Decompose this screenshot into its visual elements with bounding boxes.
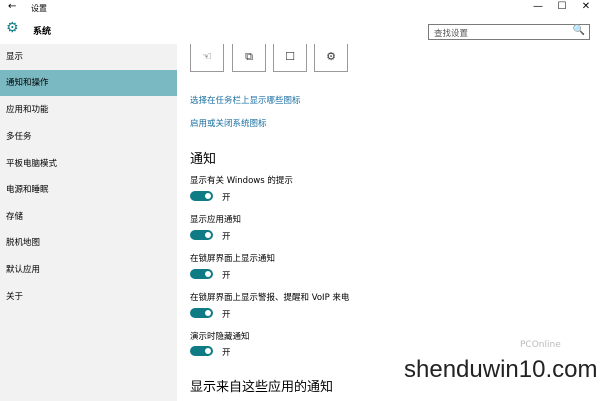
taskbar-icons-link[interactable]: 选择在任务栏上显示哪些图标 <box>190 94 301 106</box>
toggle-state: 开 <box>222 271 231 281</box>
quick-action-tablet-icon[interactable]: ☜ <box>190 44 224 72</box>
hide-when-presenting-toggle[interactable] <box>190 346 213 356</box>
quick-action-settings-icon[interactable]: ⚙ <box>314 44 348 72</box>
sidebar-item-storage[interactable]: 存储 <box>0 204 177 230</box>
gear-icon: ⚙ <box>6 20 19 36</box>
sidebar-item-power-sleep[interactable]: 电源和睡眠 <box>0 177 177 203</box>
setting-label: 在锁屏界面上显示警报、提醒和 VoIP 来电 <box>190 293 350 303</box>
apps-notifications-heading: 显示来自这些应用的通知 <box>190 380 334 395</box>
toggle-state: 开 <box>222 232 231 242</box>
lockscreen-notifications-toggle[interactable] <box>190 269 213 279</box>
sidebar-item-display[interactable]: 显示 <box>0 44 177 70</box>
toggle-state: 开 <box>222 193 231 203</box>
settings-header: ⚙ 系统 查找设置 🔍 <box>0 16 600 44</box>
sidebar: 显示 通知和操作 应用和功能 多任务 平板电脑模式 电源和睡眠 存储 脱机地图 … <box>0 44 177 401</box>
search-placeholder: 查找设置 <box>434 29 469 39</box>
setting-label: 演示时隐藏通知 <box>190 332 250 342</box>
quick-action-project-icon[interactable]: ⧉ <box>232 44 266 72</box>
toggle-state: 开 <box>222 310 231 320</box>
sidebar-item-notifications[interactable]: 通知和操作 <box>0 70 177 96</box>
setting-label: 在锁屏界面上显示通知 <box>190 254 276 264</box>
toggle-state: 开 <box>222 348 231 358</box>
minimize-button[interactable]: — <box>528 1 548 12</box>
page-title: 系统 <box>33 27 52 37</box>
maximize-button[interactable]: ☐ <box>552 1 572 12</box>
sidebar-item-offline-maps[interactable]: 脱机地图 <box>0 230 177 256</box>
sidebar-item-apps-features[interactable]: 应用和功能 <box>0 97 177 123</box>
lockscreen-alarms-toggle[interactable] <box>190 308 213 318</box>
watermark-ghost: PCOnline <box>520 340 561 350</box>
windows-tips-toggle[interactable] <box>190 191 213 201</box>
search-input[interactable]: 查找设置 🔍 <box>428 24 590 40</box>
search-icon[interactable]: 🔍 <box>573 25 585 36</box>
quick-action-note-icon[interactable]: ☐ <box>273 44 307 72</box>
sidebar-item-about[interactable]: 关于 <box>0 284 177 310</box>
system-icons-link[interactable]: 启用或关闭系统图标 <box>190 117 267 129</box>
setting-label: 显示应用通知 <box>190 215 242 225</box>
notifications-heading: 通知 <box>190 152 217 167</box>
sidebar-item-tablet-mode[interactable]: 平板电脑模式 <box>0 151 177 177</box>
close-button[interactable]: ✕ <box>576 1 596 12</box>
setting-label: 显示有关 Windows 的提示 <box>190 176 293 186</box>
title-bar: ← 设置 — ☐ ✕ <box>0 0 600 16</box>
sidebar-item-multitasking[interactable]: 多任务 <box>0 124 177 150</box>
window-title: 设置 <box>31 4 47 13</box>
app-notifications-toggle[interactable] <box>190 230 213 240</box>
watermark: shenduwin10.com <box>404 356 598 383</box>
sidebar-item-default-apps[interactable]: 默认应用 <box>0 257 177 283</box>
back-arrow-icon[interactable]: ← <box>8 1 16 12</box>
